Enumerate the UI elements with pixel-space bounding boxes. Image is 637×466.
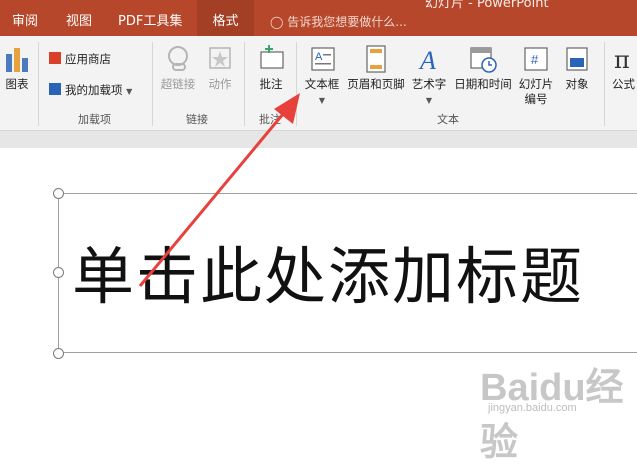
watermark-url: jingyan.baidu.com: [488, 402, 577, 414]
